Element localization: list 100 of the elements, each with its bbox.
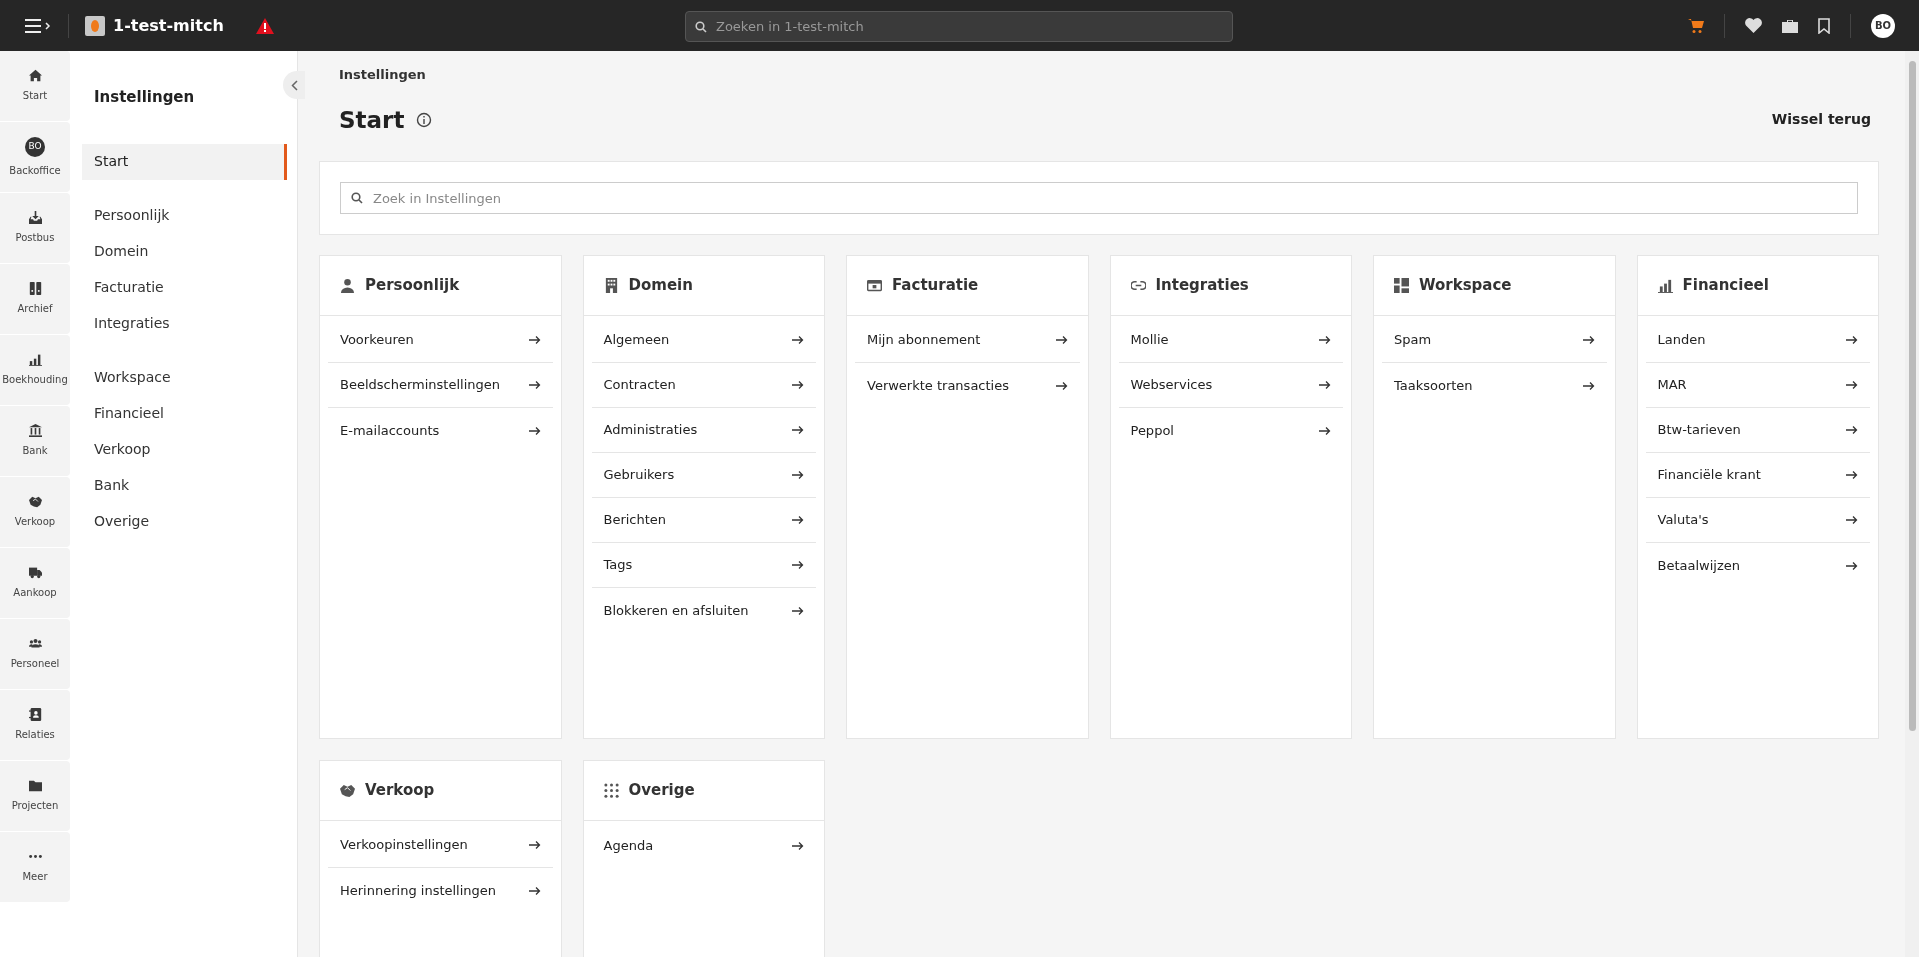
link-icon bbox=[1130, 278, 1146, 293]
rail-item[interactable]: Projecten bbox=[0, 761, 70, 831]
user-avatar[interactable]: BO bbox=[1871, 13, 1895, 38]
heart-icon[interactable] bbox=[1745, 18, 1762, 33]
settings-link[interactable]: Peppol bbox=[1118, 408, 1343, 453]
arrow-right-icon bbox=[528, 425, 541, 436]
arrow-right-icon bbox=[1846, 425, 1858, 435]
settings-search-field[interactable]: Zoek in Instellingen bbox=[340, 182, 1858, 214]
sidebar-item[interactable]: Overige bbox=[82, 503, 287, 540]
rail-item[interactable]: BO Backoffice bbox=[0, 122, 70, 192]
sidebar-item[interactable]: Financieel bbox=[82, 395, 287, 432]
settings-link[interactable]: MAR bbox=[1645, 363, 1870, 408]
settings-link[interactable]: Contracten bbox=[591, 363, 816, 408]
warning-icon bbox=[255, 17, 274, 34]
grid-dots-icon bbox=[603, 783, 619, 798]
settings-link[interactable]: Herinnering instellingen bbox=[328, 868, 553, 913]
settings-link[interactable]: Gebruikers bbox=[591, 453, 816, 498]
arrow-right-icon bbox=[1846, 560, 1858, 571]
settings-link[interactable]: Tags bbox=[591, 543, 816, 588]
arrow-right-icon bbox=[1582, 380, 1595, 391]
settings-link[interactable]: Financiële krant bbox=[1645, 453, 1870, 498]
binders-icon bbox=[28, 282, 42, 295]
bar-chart-icon bbox=[1657, 278, 1673, 293]
inbox-icon bbox=[28, 211, 42, 224]
settings-link[interactable]: Verkoopinstellingen bbox=[328, 823, 553, 868]
rail-item[interactable]: Verkoop bbox=[0, 477, 70, 547]
dashboard-icon bbox=[1394, 278, 1409, 293]
address-book-icon bbox=[28, 708, 42, 721]
card-title: Overige bbox=[628, 780, 695, 802]
settings-link[interactable]: Mijn abonnement bbox=[855, 318, 1080, 363]
sidebar-item[interactable]: Facturatie bbox=[82, 269, 287, 306]
settings-link[interactable]: Berichten bbox=[591, 498, 816, 543]
sidebar-item[interactable]: Domein bbox=[82, 233, 287, 270]
home-icon bbox=[28, 69, 42, 82]
arrow-right-icon bbox=[792, 840, 804, 851]
scrollbar-thumb[interactable] bbox=[1909, 61, 1916, 731]
info-icon[interactable] bbox=[416, 111, 433, 128]
global-search-field[interactable]: Zoeken in 1-test-mitch bbox=[685, 11, 1233, 42]
settings-link[interactable]: Beeldscherminstellingen bbox=[328, 363, 553, 408]
bookmark-icon[interactable] bbox=[1818, 17, 1830, 34]
card-title: Integraties bbox=[1155, 275, 1249, 297]
arrow-right-icon bbox=[1055, 380, 1068, 391]
search-icon bbox=[695, 21, 707, 33]
arrow-right-icon bbox=[1055, 335, 1068, 345]
rail-item[interactable]: Archief bbox=[0, 264, 70, 334]
arrow-right-icon bbox=[1319, 335, 1331, 345]
settings-link[interactable]: Mollie bbox=[1118, 318, 1343, 363]
settings-link[interactable]: Administraties bbox=[591, 408, 816, 453]
settings-link[interactable]: Betaalwijzen bbox=[1645, 543, 1870, 588]
arrow-right-icon bbox=[792, 470, 804, 480]
collapse-button[interactable] bbox=[283, 71, 305, 99]
rail-item[interactable]: Bank bbox=[0, 406, 70, 476]
truck-icon bbox=[28, 566, 42, 579]
card-icon bbox=[867, 278, 882, 293]
toolbox-icon[interactable] bbox=[1782, 18, 1798, 33]
bar-chart-icon bbox=[28, 353, 42, 366]
settings-link[interactable]: Btw-tarieven bbox=[1645, 408, 1870, 453]
arrow-right-icon bbox=[528, 840, 541, 850]
sidebar-title: Instellingen bbox=[93, 87, 196, 108]
building-icon bbox=[603, 278, 619, 293]
menu-button[interactable] bbox=[24, 17, 52, 34]
settings-link[interactable]: Taaksoorten bbox=[1382, 363, 1607, 408]
rail-item[interactable]: Personeel bbox=[0, 619, 70, 689]
arrow-right-icon bbox=[528, 885, 541, 896]
rail-item[interactable]: Relaties bbox=[0, 690, 70, 760]
settings-link[interactable]: E-mailaccounts bbox=[328, 408, 553, 453]
settings-link[interactable]: Agenda bbox=[591, 823, 816, 868]
breadcrumb[interactable]: Instellingen bbox=[319, 51, 426, 85]
arrow-right-icon bbox=[792, 335, 804, 345]
sidebar-item[interactable]: Workspace bbox=[82, 359, 287, 396]
arrow-right-icon bbox=[792, 380, 804, 390]
arrow-right-icon bbox=[792, 605, 804, 616]
settings-link[interactable]: Algemeen bbox=[591, 318, 816, 363]
sidebar-item[interactable]: Start bbox=[82, 143, 287, 180]
settings-link[interactable]: Blokkeren en afsluiten bbox=[591, 588, 816, 633]
badge-icon: BO bbox=[25, 136, 45, 157]
sidebar-item[interactable]: Persoonlijk bbox=[82, 197, 287, 234]
rail-item[interactable]: Meer bbox=[0, 832, 70, 902]
arrow-right-icon bbox=[528, 335, 541, 345]
sidebar-item[interactable]: Verkoop bbox=[82, 431, 287, 468]
switch-back-button[interactable]: Wissel terug bbox=[1771, 109, 1871, 131]
rail-item[interactable]: Postbus bbox=[0, 193, 70, 263]
settings-link[interactable]: Verwerkte transacties bbox=[855, 363, 1080, 408]
logo-icon bbox=[85, 15, 105, 36]
rail-item[interactable]: Boekhouding bbox=[0, 335, 70, 405]
rail-item[interactable]: Start bbox=[0, 51, 70, 121]
arrow-right-icon bbox=[1846, 335, 1858, 345]
settings-link[interactable]: Voorkeuren bbox=[328, 318, 553, 363]
page-title: Start bbox=[339, 105, 405, 135]
settings-link[interactable]: Spam bbox=[1382, 318, 1607, 363]
rail-item[interactable]: Aankoop bbox=[0, 548, 70, 618]
settings-link[interactable]: Webservices bbox=[1118, 363, 1343, 408]
sidebar-item[interactable]: Bank bbox=[82, 467, 287, 504]
menu-icon bbox=[24, 17, 52, 34]
card-title: Workspace bbox=[1419, 275, 1512, 297]
arrow-right-icon bbox=[792, 515, 804, 525]
settings-link[interactable]: Landen bbox=[1645, 318, 1870, 363]
settings-link[interactable]: Valuta's bbox=[1645, 498, 1870, 543]
cart-icon[interactable] bbox=[1688, 17, 1704, 34]
sidebar-item[interactable]: Integraties bbox=[82, 305, 287, 342]
